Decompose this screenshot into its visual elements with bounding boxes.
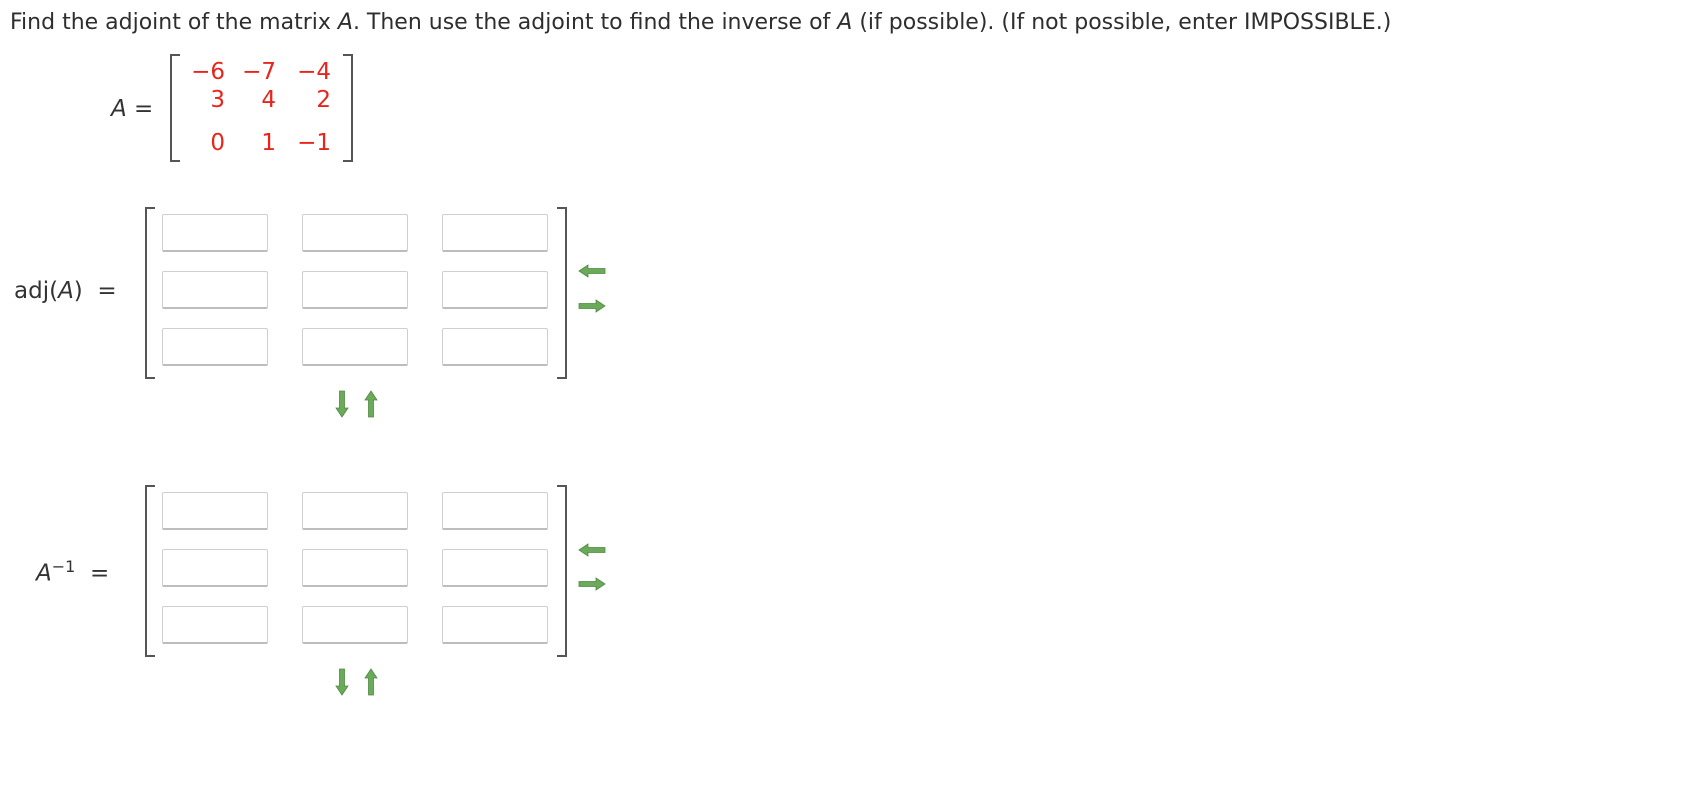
adj-label-var: A (58, 278, 74, 304)
question-part-3: (if possible). (If not possible, enter I… (852, 10, 1392, 35)
inverse-label: A−1 = (36, 557, 109, 587)
matrix-a-cell-2-3: 2 (316, 87, 331, 113)
matrix-a-label: A = (111, 96, 153, 122)
adj-add-column-button[interactable] (578, 299, 606, 313)
adj-input-1-3[interactable] (442, 214, 548, 252)
adj-label-prefix: adj( (14, 278, 59, 304)
question-part-1: Find the adjoint of the matrix (10, 10, 338, 35)
inverse-left-bracket (145, 485, 155, 657)
matrix-a-label-eq: = (134, 96, 154, 122)
arrow-left-icon (578, 543, 606, 557)
inverse-add-row-button[interactable] (335, 668, 349, 696)
inverse-label-eq: = (89, 560, 110, 587)
matrix-a-label-var: A (111, 96, 127, 122)
inverse-input-3-3[interactable] (442, 606, 548, 644)
matrix-a-cell-1-3: −4 (297, 59, 331, 85)
question-part-2: . Then use the adjoint to find the inver… (352, 10, 838, 35)
arrow-up-icon (364, 390, 378, 418)
inverse-right-bracket (557, 485, 567, 657)
question-var-2: A (837, 10, 853, 35)
adj-input-2-3[interactable] (442, 271, 548, 309)
inverse-input-2-1[interactable] (162, 549, 268, 587)
matrix-a-cell-3-2: 1 (261, 130, 276, 156)
adj-input-3-2[interactable] (302, 328, 408, 366)
inverse-input-2-2[interactable] (302, 549, 408, 587)
arrow-up-icon (364, 668, 378, 696)
inverse-input-3-1[interactable] (162, 606, 268, 644)
adj-label: adj(A) = (14, 278, 117, 304)
inverse-input-1-2[interactable] (302, 492, 408, 530)
inverse-add-column-button[interactable] (578, 577, 606, 591)
adj-input-1-1[interactable] (162, 214, 268, 252)
matrix-a-right-bracket (343, 54, 353, 162)
arrow-right-icon (578, 299, 606, 313)
arrow-right-icon (578, 577, 606, 591)
question-text: Find the adjoint of the matrix A. Then u… (10, 10, 1391, 35)
adj-input-2-1[interactable] (162, 271, 268, 309)
matrix-a-cell-1-2: −7 (242, 59, 276, 85)
matrix-a-cell-2-2: 4 (261, 87, 276, 113)
inverse-label-sup: −1 (51, 557, 76, 576)
question-var-1: A (337, 10, 353, 35)
adj-input-3-3[interactable] (442, 328, 548, 366)
adj-add-row-button[interactable] (335, 390, 349, 418)
matrix-a-cell-2-1: 3 (210, 87, 225, 113)
inverse-input-1-3[interactable] (442, 492, 548, 530)
adj-right-bracket (557, 207, 567, 379)
inverse-remove-row-button[interactable] (364, 668, 378, 696)
inverse-input-2-3[interactable] (442, 549, 548, 587)
inverse-label-var: A (36, 560, 52, 587)
adj-label-eq: = (97, 278, 117, 304)
inverse-input-3-2[interactable] (302, 606, 408, 644)
matrix-a-cell-1-1: −6 (191, 59, 225, 85)
inverse-input-1-1[interactable] (162, 492, 268, 530)
arrow-down-icon (335, 668, 349, 696)
matrix-a-cell-3-3: −1 (297, 130, 331, 156)
adj-input-2-2[interactable] (302, 271, 408, 309)
matrix-a-left-bracket (170, 54, 180, 162)
adj-remove-column-button[interactable] (578, 264, 606, 278)
adj-input-3-1[interactable] (162, 328, 268, 366)
page: Find the adjoint of the matrix A. Then u… (0, 0, 1702, 808)
adj-left-bracket (145, 207, 155, 379)
adj-label-suffix: ) (73, 278, 83, 304)
inverse-remove-column-button[interactable] (578, 543, 606, 557)
adj-input-1-2[interactable] (302, 214, 408, 252)
matrix-a-cell-3-1: 0 (210, 130, 225, 156)
arrow-down-icon (335, 390, 349, 418)
adj-remove-row-button[interactable] (364, 390, 378, 418)
arrow-left-icon (578, 264, 606, 278)
